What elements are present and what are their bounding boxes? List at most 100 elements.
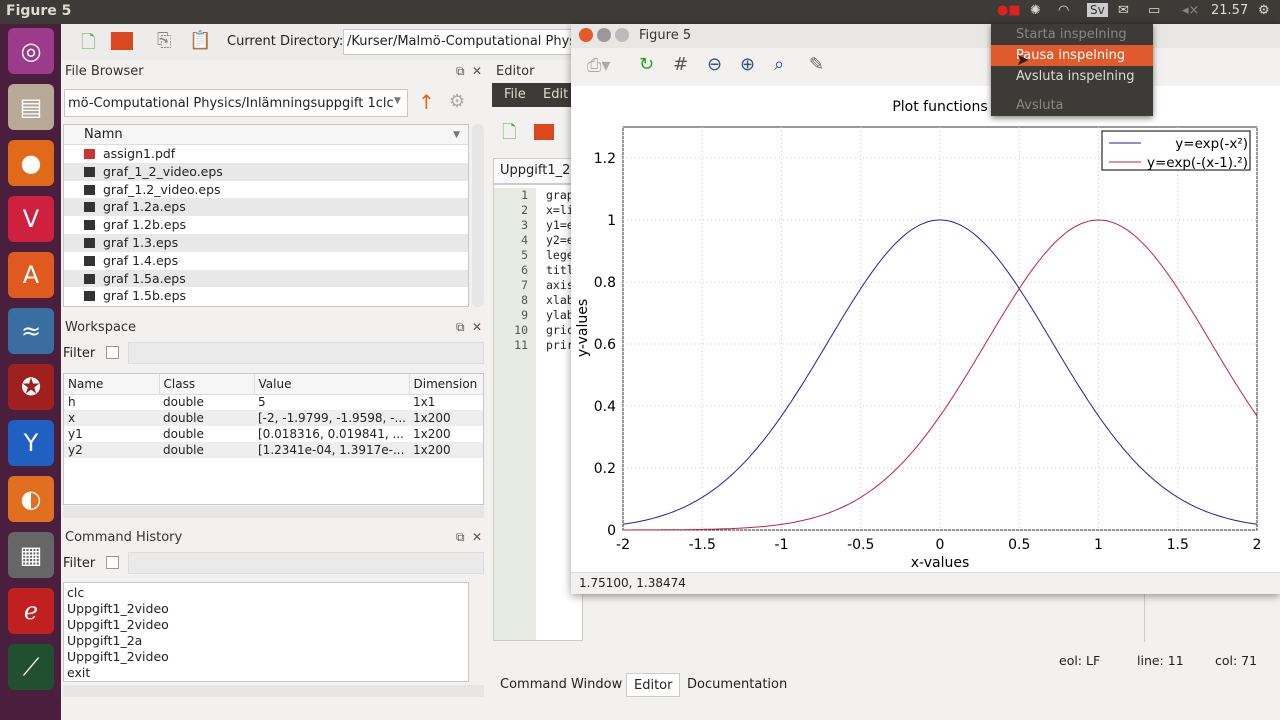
octave-icon[interactable]: ⟋ [8, 644, 54, 690]
tab-command-window[interactable]: Command Window [493, 673, 629, 697]
close-icon[interactable]: ✕ [472, 64, 482, 78]
grid-icon[interactable]: # [673, 54, 688, 75]
file-item[interactable]: graf 1.2b.eps [64, 216, 468, 234]
app-icon[interactable]: ◐ [8, 476, 54, 522]
history-item[interactable]: clc [67, 585, 465, 601]
sort-chevron-icon[interactable]: ▼ [453, 125, 460, 145]
menu-item-start-recording[interactable]: Starta inspelning [991, 24, 1153, 45]
new-file-icon[interactable]: 🗋 [502, 120, 516, 150]
firefox-icon[interactable]: ● [8, 140, 54, 186]
undock-icon[interactable]: ⧉ [456, 320, 465, 335]
settings-wrench-icon[interactable]: ✎ [809, 54, 824, 75]
mail-icon[interactable]: ✉ [1118, 3, 1129, 18]
menu-item-stop-recording[interactable]: Avsluta inspelning [991, 66, 1153, 87]
workspace-row[interactable]: y2 double [1.2341e-04, 1.3917e-... 1x200 [64, 442, 483, 458]
power-icon[interactable]: ⚙ [1258, 3, 1270, 18]
battery-icon[interactable]: ▭ [1148, 3, 1160, 18]
column-header[interactable]: Dimension [409, 374, 483, 394]
vivaldi-icon[interactable]: V [8, 196, 54, 242]
workspace-hscrollbar[interactable] [63, 506, 484, 518]
column-header-name[interactable]: Namn ▼ [64, 125, 468, 145]
x-tick-label: -2 [616, 537, 630, 553]
history-item[interactable]: exit [67, 665, 465, 681]
edit-figure-icon[interactable]: ⎙▾ [587, 55, 610, 76]
ubuntu-dash-icon[interactable]: ◎ [8, 28, 54, 74]
menu-edit[interactable]: Edit [543, 87, 568, 102]
workspace-row[interactable]: x double [-2, -1.9799, -1.9598, -... 1x200 [64, 410, 483, 426]
current-dir-input[interactable]: /Kurser/Malmö-Computational Phys [343, 29, 583, 55]
wifi-icon[interactable]: ◠ [1058, 3, 1069, 18]
editor-tab[interactable]: Uppgift1_2v [493, 158, 583, 184]
code-line: xlab [546, 293, 574, 307]
chart-title: Plot functions [892, 99, 987, 115]
column-header-label: Namn [84, 127, 123, 142]
plot-canvas[interactable]: -2 -1.5 -1 -0.5 0 0.5 1 1.5 2 0 0.2 0.4 0.6 0.8 1 1.2 Pl… [571, 86, 1280, 572]
open-folder-icon[interactable] [111, 32, 133, 50]
line-number: 3 [521, 218, 528, 232]
workspace-row[interactable]: y1 double [0.018316, 0.019841, ... 1x200 [64, 426, 483, 442]
web-app-icon[interactable]: ✪ [8, 364, 54, 410]
open-folder-icon[interactable] [534, 124, 554, 140]
y-tick-label: 0.6 [594, 337, 616, 353]
history-hscrollbar[interactable] [63, 685, 484, 697]
keyboard-lang-indicator[interactable]: Sv [1087, 3, 1108, 17]
history-item[interactable]: Uppgift1_2video [67, 649, 465, 665]
file-browser-path[interactable]: mö-Computational Physics/Inlämningsuppgi… [64, 89, 408, 117]
history-item[interactable]: Uppgift1_2video [67, 601, 465, 617]
volume-muted-icon[interactable]: ◂× [1182, 3, 1199, 18]
history-item[interactable]: Uppgift1_2a [67, 633, 465, 649]
paste-icon[interactable]: 📋 [189, 30, 211, 51]
workspace-row[interactable]: h double 5 1x1 [64, 394, 483, 410]
undock-icon[interactable]: ⧉ [456, 530, 465, 545]
gear-icon[interactable]: ⚙ [449, 91, 465, 112]
column-header[interactable]: Name [64, 374, 160, 394]
pdf-reader-icon[interactable]: ℯ [8, 588, 54, 634]
file-item[interactable]: graf 1.4.eps [64, 252, 468, 270]
up-directory-icon[interactable]: ↑ [418, 90, 435, 114]
filter-checkbox[interactable] [106, 556, 119, 569]
editor-area[interactable]: 1 2 3 4 5 6 7 8 9 10 11 grap x=li y1=e y2=e lege titl ax… [493, 184, 583, 641]
history-item[interactable]: Uppgift1_2video [67, 617, 465, 633]
python-icon[interactable]: ≈ [8, 308, 54, 354]
copy-icon[interactable]: ⎘ [157, 30, 171, 51]
zoom-in-icon[interactable]: ⊕ [740, 54, 755, 75]
file-list-scrollbar[interactable] [472, 124, 484, 307]
filter-input[interactable] [128, 342, 484, 364]
record-icon[interactable]: ●■ [997, 3, 1021, 18]
line-number: 7 [521, 278, 528, 292]
line-number: 5 [521, 248, 528, 262]
network-sync-icon[interactable]: ✺ [1030, 3, 1041, 18]
file-item[interactable]: graf 1.3.eps [64, 233, 468, 252]
zoom-out-icon[interactable]: ⊖ [707, 54, 722, 75]
skype-icon[interactable]: Y [8, 420, 54, 466]
file-item[interactable]: graf 1.2a.eps [64, 198, 468, 217]
column-header[interactable]: Value [254, 374, 410, 394]
zoom-fit-icon[interactable]: ⌕ [774, 54, 784, 75]
close-window-button[interactable] [579, 28, 593, 42]
filter-checkbox[interactable] [106, 346, 119, 359]
column-header[interactable]: Class [159, 374, 255, 394]
refresh-icon[interactable]: ↻ [639, 54, 654, 75]
file-item[interactable]: assign1.pdf [64, 145, 468, 163]
software-center-icon[interactable]: A [8, 252, 54, 298]
filter-input[interactable] [128, 552, 484, 574]
files-app-icon[interactable]: ▤ [8, 84, 54, 130]
file-item[interactable]: graf 1.5a.eps [64, 269, 468, 288]
file-item[interactable]: graf_1_2_video.eps [64, 162, 468, 181]
maximize-window-button[interactable] [615, 28, 629, 42]
file-item[interactable]: graf_1.2_video.eps [64, 181, 468, 199]
menu-file[interactable]: File [504, 87, 526, 102]
tab-editor[interactable]: Editor [626, 673, 681, 697]
file-item[interactable]: graf 1.5b.eps [64, 287, 468, 305]
chevron-down-icon[interactable]: ▼ [394, 96, 401, 106]
close-icon[interactable]: ✕ [472, 320, 482, 334]
menu-item-quit[interactable]: Avsluta [991, 95, 1153, 116]
close-icon[interactable]: ✕ [472, 530, 482, 544]
tab-documentation[interactable]: Documentation [680, 673, 794, 697]
new-file-icon[interactable]: 🗋 [81, 30, 95, 60]
undock-icon[interactable]: ⧉ [456, 64, 465, 79]
legend-label: y=exp(-x²) [1175, 136, 1248, 152]
clock[interactable]: 21.57 [1211, 3, 1248, 18]
minimize-window-button[interactable] [597, 28, 611, 42]
calculator-icon[interactable]: ▦ [8, 532, 54, 578]
